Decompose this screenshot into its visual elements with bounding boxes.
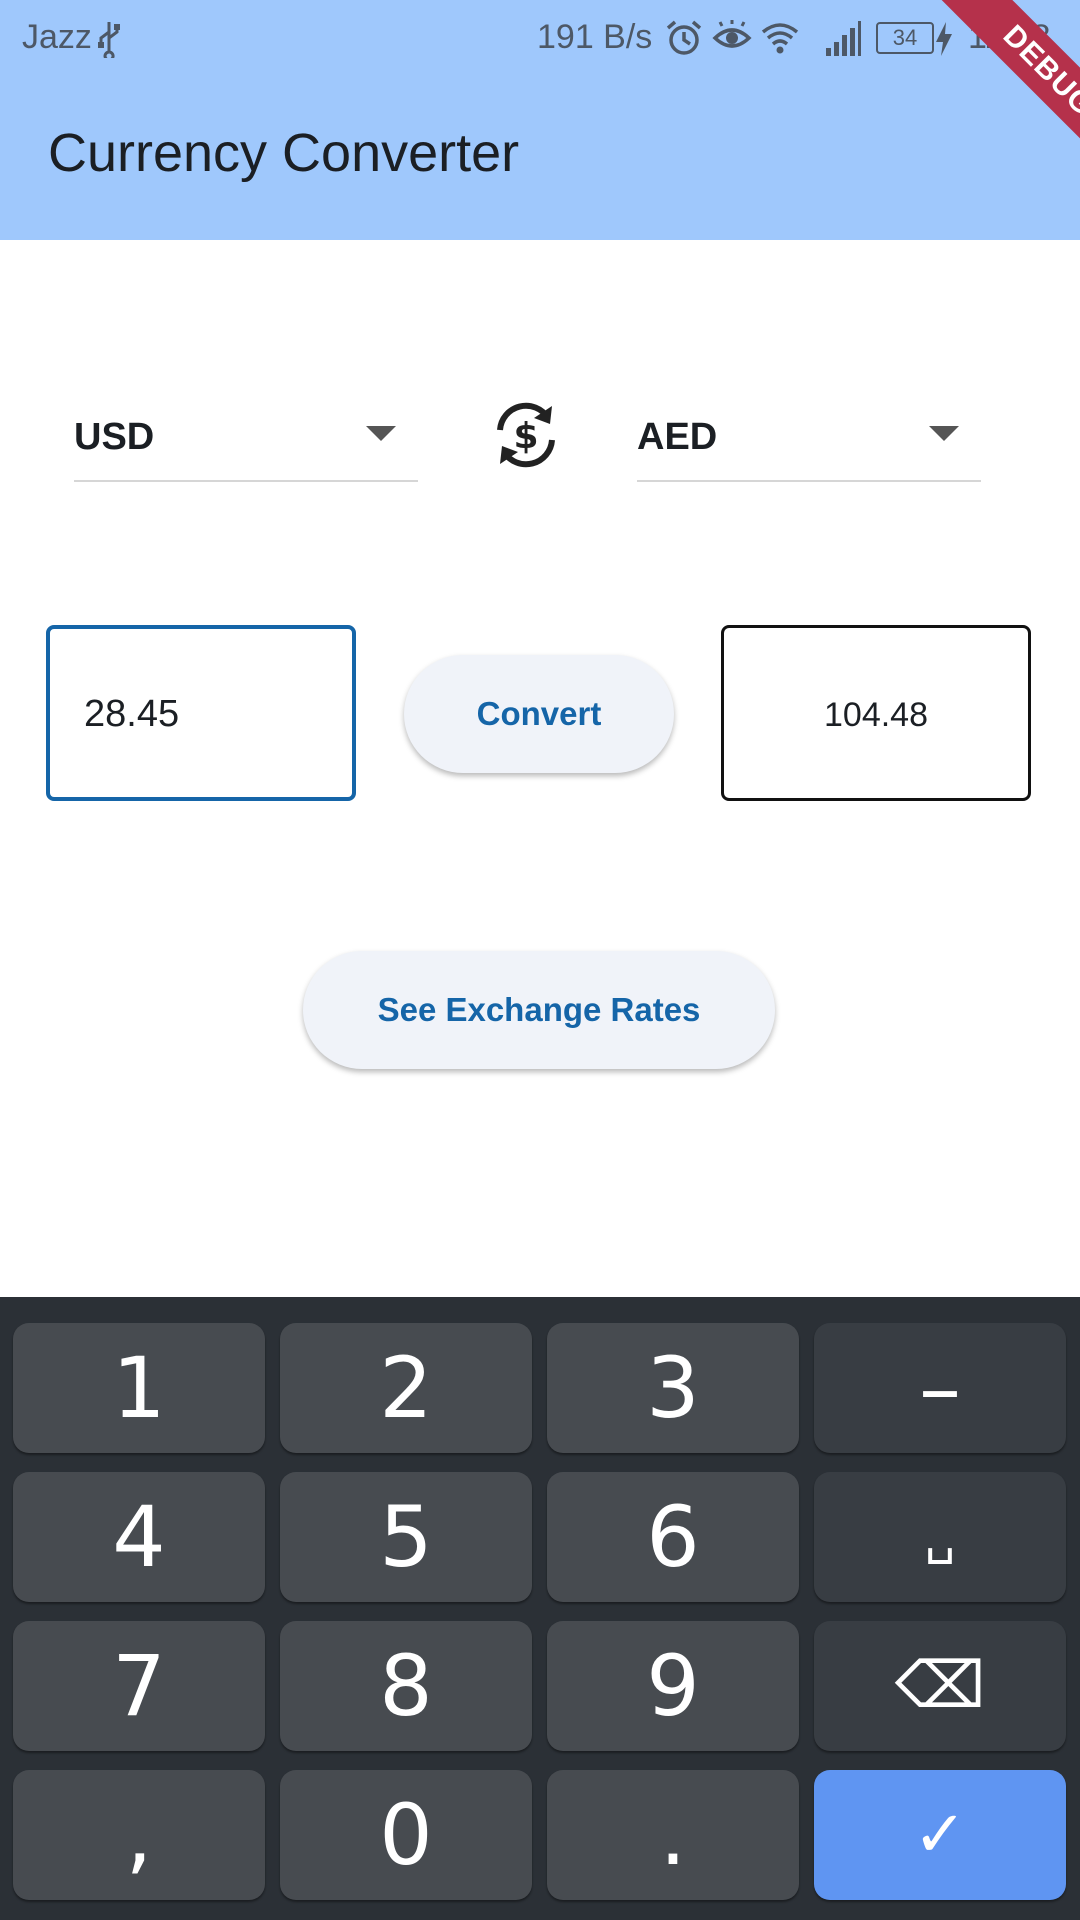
from-currency-value: USD: [74, 416, 155, 458]
convert-button[interactable]: Convert: [404, 655, 674, 773]
see-exchange-rates-button[interactable]: See Exchange Rates: [303, 951, 775, 1069]
result-value: 104.48: [824, 696, 928, 734]
dropdown-arrow-icon: [929, 426, 959, 441]
battery-icon: 34: [876, 22, 934, 54]
usb-icon: [98, 22, 120, 58]
key-1[interactable]: 1: [13, 1323, 265, 1453]
key-space[interactable]: ␣: [814, 1472, 1066, 1602]
key-3[interactable]: 3: [547, 1323, 799, 1453]
carrier-name: Jazz: [22, 18, 92, 56]
from-currency-dropdown[interactable]: USD: [74, 400, 418, 482]
result-field: 104.48: [721, 625, 1031, 801]
dropdown-arrow-icon: [366, 426, 396, 441]
signal-icon: [826, 21, 861, 56]
confirm-key[interactable]: ✓: [814, 1770, 1066, 1900]
status-bar: Jazz 191 B/s 34 11:38: [0, 0, 1080, 76]
svg-text:$: $: [513, 416, 538, 457]
numeric-keyboard: 1 2 3 – 4 5 6 ␣ 7 8 9 ⌫ , 0 . ✓: [0, 1297, 1080, 1920]
key-0[interactable]: 0: [280, 1770, 532, 1900]
network-speed: 191 B/s: [537, 18, 653, 56]
alarm-icon: [666, 20, 702, 55]
amount-input[interactable]: 28.45: [46, 625, 356, 801]
key-9[interactable]: 9: [547, 1621, 799, 1751]
key-4[interactable]: 4: [13, 1472, 265, 1602]
key-6[interactable]: 6: [547, 1472, 799, 1602]
key-minus[interactable]: –: [814, 1323, 1066, 1453]
wifi-icon: [761, 23, 799, 54]
key-7[interactable]: 7: [13, 1621, 265, 1751]
key-2[interactable]: 2: [280, 1323, 532, 1453]
key-8[interactable]: 8: [280, 1621, 532, 1751]
page-title: Currency Converter: [48, 123, 520, 183]
backspace-key[interactable]: ⌫: [814, 1621, 1066, 1751]
key-period[interactable]: .: [547, 1770, 799, 1900]
eye-icon: [712, 20, 752, 48]
to-currency-dropdown[interactable]: AED: [637, 400, 981, 482]
charging-icon: [936, 22, 952, 56]
currency-swap-icon[interactable]: $: [490, 400, 562, 470]
key-comma[interactable]: ,: [13, 1770, 265, 1900]
key-5[interactable]: 5: [280, 1472, 532, 1602]
amount-value: 28.45: [84, 693, 180, 735]
to-currency-value: AED: [637, 416, 718, 458]
